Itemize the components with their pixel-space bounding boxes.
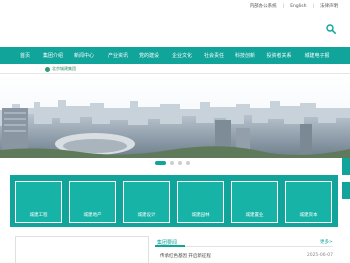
- business-card-label: 城建工程: [29, 213, 48, 218]
- business-card[interactable]: 城建园林: [177, 181, 224, 223]
- carousel-dot-active[interactable]: [155, 161, 166, 165]
- nav-item-e-newspaper[interactable]: 城建电子报: [300, 52, 334, 59]
- nav-item-investors[interactable]: 投资者关系: [263, 52, 295, 59]
- nav-item-industry[interactable]: 产业资讯: [104, 52, 132, 59]
- featured-image-box[interactable]: [15, 236, 149, 263]
- business-card[interactable]: 城建设计: [123, 181, 170, 223]
- top-link-legal[interactable]: 法律声明: [320, 3, 338, 9]
- news-item[interactable]: 传承红色基因 开启新征程 2025-06-07: [160, 253, 333, 259]
- side-float-tab[interactable]: [342, 158, 350, 175]
- brand-text: 北京城建集团: [52, 66, 76, 71]
- divider: |: [312, 3, 314, 9]
- business-card[interactable]: 城建工程: [15, 181, 62, 223]
- carousel-dot[interactable]: [186, 161, 190, 165]
- nav-item-responsibility[interactable]: 社会责任: [200, 52, 228, 59]
- news-date: 2025-06-07: [306, 253, 333, 258]
- nav-item-home[interactable]: 首页: [13, 52, 37, 59]
- carousel-indicators: [155, 161, 194, 165]
- business-card-label: 城建园林: [191, 213, 210, 218]
- business-card-label: 城建设计: [137, 213, 156, 218]
- business-card-label: 城建置业: [245, 213, 264, 218]
- divider: |: [282, 3, 285, 9]
- business-section: 城建工程 城建地产 城建设计 城建园林 城建置业 城建资本: [10, 175, 338, 227]
- nav-item-group-intro[interactable]: 集团介绍: [40, 52, 66, 59]
- nav-item-party[interactable]: 党的建设: [135, 52, 163, 59]
- carousel-dot[interactable]: [178, 161, 182, 165]
- city-skyline-image: [0, 74, 350, 158]
- top-link-english[interactable]: English: [290, 4, 306, 9]
- news-headline[interactable]: 传承红色基因 开启新征程: [160, 253, 211, 259]
- carousel-dot[interactable]: [170, 161, 174, 165]
- business-card[interactable]: 城建地产: [69, 181, 116, 223]
- main-nav: 首页 集团介绍 新闻中心 产业资讯 党的建设 企业文化 社会责任 科技创新 投资…: [0, 47, 350, 64]
- news-more-link[interactable]: 更多>: [320, 239, 333, 245]
- nav-item-innovation[interactable]: 科技创新: [231, 52, 259, 59]
- business-card-label: 城建地产: [83, 213, 102, 218]
- top-bar: 内部办公系统 | English | 法律声明: [0, 0, 350, 12]
- brand-logo-icon: [45, 66, 50, 72]
- logo[interactable]: [6, 12, 54, 46]
- brand-mark: 北京城建集团: [45, 66, 76, 72]
- divider-accent: [155, 245, 185, 247]
- business-card[interactable]: 城建置业: [231, 181, 278, 223]
- top-links: 内部办公系统 | English | 法律声明: [250, 3, 338, 10]
- sub-bar: 北京城建集团: [0, 64, 350, 74]
- nav-item-news[interactable]: 新闻中心: [70, 52, 98, 59]
- side-float-tab[interactable]: [342, 182, 350, 199]
- business-card[interactable]: 城建资本: [285, 181, 332, 223]
- top-link-internal-office[interactable]: 内部办公系统: [250, 3, 277, 9]
- business-card-label: 城建资本: [299, 213, 318, 218]
- nav-item-culture[interactable]: 企业文化: [168, 52, 196, 59]
- search-icon[interactable]: [326, 24, 336, 34]
- hero-banner[interactable]: [0, 74, 350, 158]
